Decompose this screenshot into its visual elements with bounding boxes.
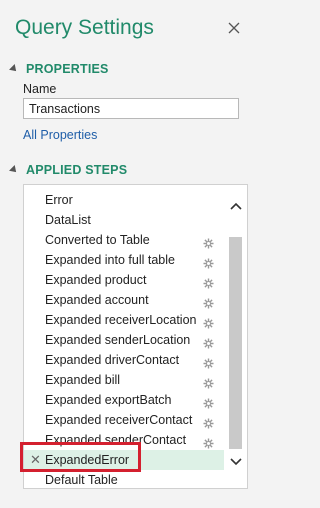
gear-icon[interactable] (203, 375, 214, 389)
properties-header[interactable]: PROPERTIES (9, 62, 109, 76)
collapse-triangle-icon (9, 64, 19, 74)
applied-step-label: Converted to Table (45, 233, 150, 247)
scrollbar-thumb[interactable] (229, 237, 242, 449)
applied-step-label: ExpandedError (45, 453, 130, 467)
applied-step-label: Error (45, 193, 73, 207)
applied-step-label: Expanded senderContact (45, 433, 187, 447)
gear-icon[interactable] (203, 355, 214, 369)
applied-step-row[interactable]: DataList (24, 210, 224, 230)
applied-step-row[interactable]: Expanded senderContact (24, 430, 224, 450)
delete-step-icon[interactable]: ✕ (30, 450, 41, 470)
gear-icon[interactable] (203, 235, 214, 249)
applied-step-row[interactable]: Expanded senderLocation (24, 330, 224, 350)
applied-step-row[interactable]: Converted to Table (24, 230, 224, 250)
applied-step-row[interactable]: Expanded product (24, 270, 224, 290)
applied-step-label: Expanded driverContact (45, 353, 180, 367)
applied-step-row[interactable]: Expanded bill (24, 370, 224, 390)
applied-step-label: Expanded into full table (45, 253, 175, 267)
applied-step-label: Expanded senderLocation (45, 333, 191, 347)
applied-step-row[interactable]: Error (24, 190, 224, 210)
applied-step-row[interactable]: Expanded driverContact (24, 350, 224, 370)
applied-steps-header[interactable]: APPLIED STEPS (9, 163, 128, 177)
close-icon[interactable] (226, 20, 242, 36)
all-properties-link[interactable]: All Properties (23, 128, 97, 142)
gear-icon[interactable] (203, 255, 214, 269)
gear-icon[interactable] (203, 335, 214, 349)
name-input[interactable] (23, 98, 239, 119)
panel-title: Query Settings (15, 16, 154, 39)
gear-icon[interactable] (203, 415, 214, 429)
name-label: Name (23, 82, 57, 96)
applied-step-row[interactable]: Expanded into full table (24, 250, 224, 270)
gear-icon[interactable] (203, 315, 214, 329)
gear-icon[interactable] (203, 435, 214, 449)
applied-step-row[interactable]: Expanded receiverContact (24, 410, 224, 430)
applied-steps-header-label: APPLIED STEPS (26, 163, 128, 177)
properties-header-label: PROPERTIES (26, 62, 109, 76)
applied-step-row[interactable]: Expanded account (24, 290, 224, 310)
applied-step-label: Expanded product (45, 273, 147, 287)
applied-step-row[interactable]: Expanded exportBatch (24, 390, 224, 410)
applied-step-label: Expanded exportBatch (45, 393, 172, 407)
collapse-triangle-icon (9, 165, 19, 175)
applied-step-label: Expanded receiverContact (45, 413, 193, 427)
applied-step-label: Expanded bill (45, 373, 121, 387)
applied-step-label: Default Table (45, 473, 118, 487)
applied-steps-list: Error DataList Converted to Table Expanded … (23, 184, 248, 489)
applied-step-label: Expanded receiverLocation (45, 313, 197, 327)
gear-icon[interactable] (203, 295, 214, 309)
scrollbar[interactable] (225, 185, 247, 488)
applied-step-row[interactable]: ✕ ExpandedError (24, 450, 224, 470)
scroll-down-icon[interactable] (228, 455, 244, 469)
applied-step-label: DataList (45, 213, 91, 227)
scroll-up-icon[interactable] (228, 199, 244, 213)
gear-icon[interactable] (203, 395, 214, 409)
applied-step-row[interactable]: Expanded receiverLocation (24, 310, 224, 330)
applied-step-row[interactable]: Default Table (24, 470, 224, 488)
applied-step-label: Expanded account (45, 293, 149, 307)
gear-icon[interactable] (203, 275, 214, 289)
